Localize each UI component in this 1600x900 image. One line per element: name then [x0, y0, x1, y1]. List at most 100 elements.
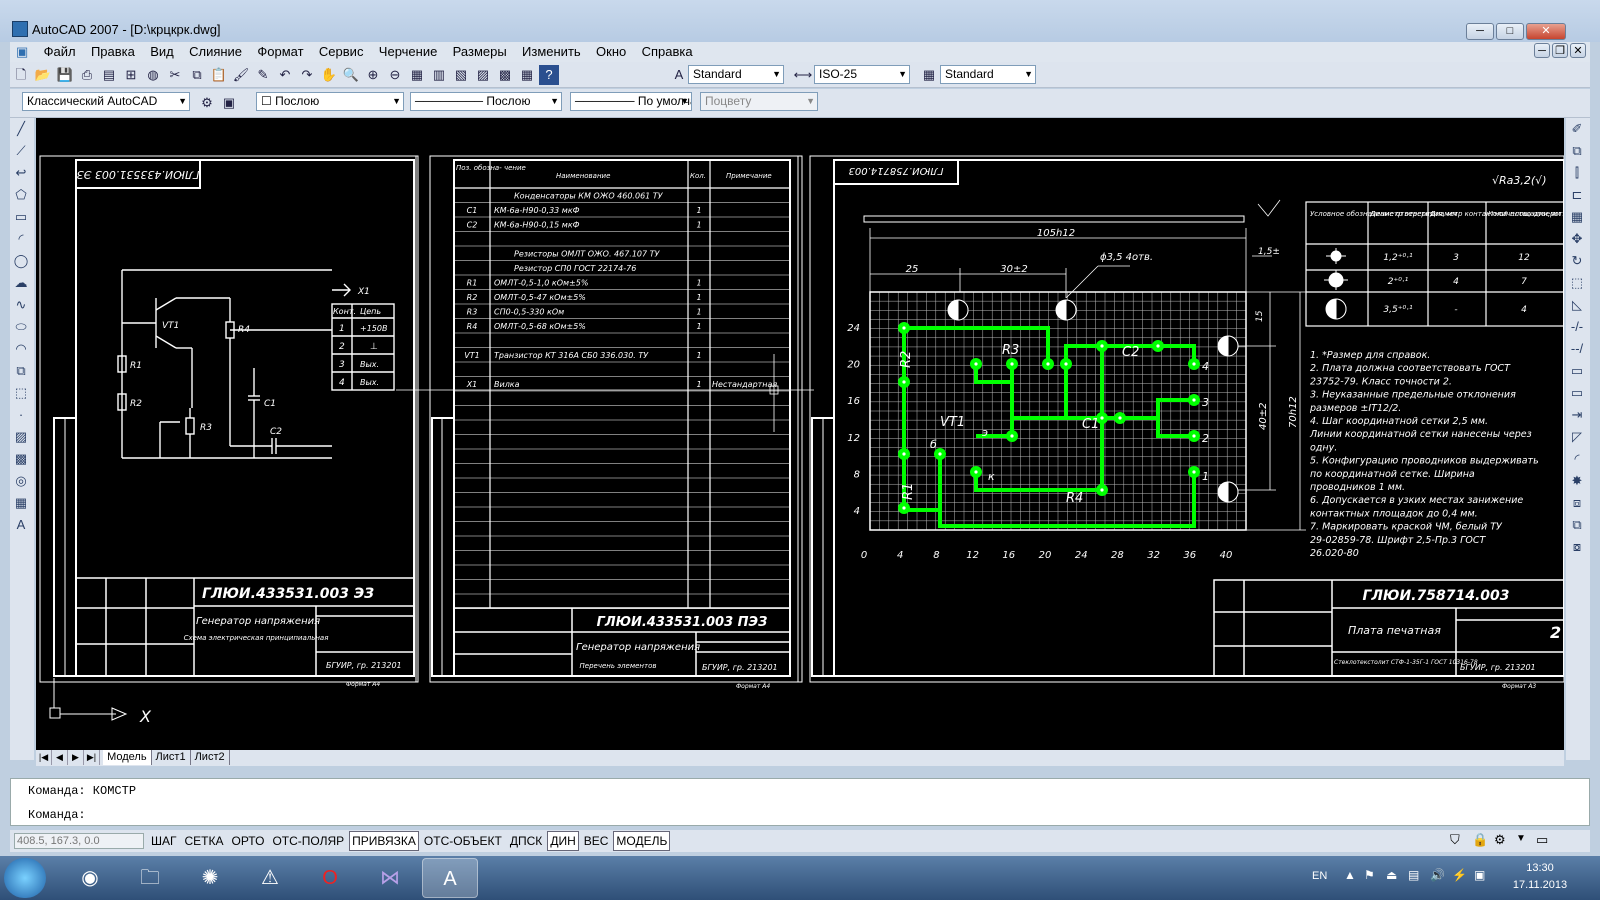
tab-layout2[interactable]: Лист2 [191, 750, 230, 765]
doc-restore-button[interactable]: ❐ [1552, 43, 1568, 58]
menu-modify[interactable]: Изменить [516, 42, 587, 61]
break-icon[interactable]: ▭ [1566, 382, 1588, 404]
document-icon[interactable]: ▣ [10, 42, 34, 62]
status-toggle-3[interactable]: ОТС-ПОЛЯР [269, 831, 347, 851]
gradient-icon[interactable]: ▩ [10, 448, 32, 470]
statusbar-menu-icon[interactable]: ▼ [1516, 833, 1526, 844]
visual-studio-taskbar-icon[interactable]: ⋈ [362, 858, 418, 898]
explode-icon[interactable]: ✸ [1566, 470, 1588, 492]
move-icon[interactable]: ✥ [1566, 228, 1588, 250]
menu-tools[interactable]: Сервис [313, 42, 370, 61]
rotate-icon[interactable]: ↻ [1566, 250, 1588, 272]
zoom-window-icon[interactable]: ⊕ [363, 65, 383, 85]
sheetset-icon[interactable]: ▨ [473, 65, 493, 85]
workspace-settings-icon[interactable]: ⚙ [197, 93, 217, 113]
revcloud-icon[interactable]: ☁ [10, 272, 32, 294]
daemon-tools-taskbar-icon[interactable]: ⚠ [242, 858, 298, 898]
matchprop-icon[interactable]: 🖌 [231, 65, 251, 85]
table-icon[interactable]: ▦ [10, 492, 32, 514]
chamfer-icon[interactable]: ◸ [1566, 426, 1588, 448]
tab-last-button[interactable]: ▶| [84, 750, 100, 765]
text-style-icon[interactable]: A [669, 65, 689, 85]
menu-format[interactable]: Формат [251, 42, 309, 61]
tab-prev-button[interactable]: ◀ [52, 750, 68, 765]
status-toggle-8[interactable]: ВЕС [581, 831, 612, 851]
workspace-select[interactable]: Классический AutoCAD ▼ [22, 92, 190, 111]
circle-icon[interactable]: ◯ [10, 250, 32, 272]
menu-draw[interactable]: Черчение [373, 42, 444, 61]
ellipse-arc-icon[interactable]: ◠ [10, 338, 32, 360]
trim-icon[interactable]: -/- [1566, 316, 1588, 338]
tray-display-icon[interactable]: ▣ [1474, 868, 1485, 882]
menu-view[interactable]: Вид [144, 42, 180, 61]
copy-icon[interactable]: ⧉ [187, 65, 207, 85]
tray-settings-icon[interactable]: ⚙ [1494, 832, 1506, 848]
autocad-app-icon[interactable] [12, 21, 28, 37]
print-icon[interactable]: ⎙ [77, 65, 97, 85]
tray-network-icon[interactable]: ▤ [1408, 868, 1419, 882]
menu-edit[interactable]: Правка [85, 42, 141, 61]
menu-file[interactable]: Файл [38, 42, 82, 61]
tab-first-button[interactable]: |◀ [36, 750, 52, 765]
properties-icon[interactable]: ▦ [407, 65, 427, 85]
fillet-icon[interactable]: ◜ [1566, 448, 1588, 470]
minimize-button[interactable]: ─ [1466, 23, 1494, 40]
point-icon[interactable]: · [10, 404, 32, 426]
menu-help[interactable]: Справка [636, 42, 699, 61]
mtext-icon[interactable]: A [10, 514, 32, 536]
cut-icon[interactable]: ✂ [165, 65, 185, 85]
paste-icon[interactable]: 📋 [209, 65, 229, 85]
break-point-icon[interactable]: ▭ [1566, 360, 1588, 382]
coordinate-readout[interactable]: 408.5, 167.3, 0.0 [14, 833, 144, 849]
tray-arrow-icon[interactable]: ▲ [1344, 868, 1356, 882]
chrome-taskbar-icon[interactable]: ◉ [62, 858, 118, 898]
autocad-taskbar-icon[interactable]: A [422, 858, 478, 898]
table-style-icon[interactable]: ▦ [919, 65, 939, 85]
linetype-select[interactable]: ──────── Послою ▼ [410, 92, 562, 111]
close-button[interactable]: ✕ [1526, 23, 1566, 40]
polyline-icon[interactable]: ↩ [10, 162, 32, 184]
line-icon[interactable]: ╱ [10, 118, 32, 140]
layer-tools-icon[interactable]: ⧇ [1566, 536, 1588, 558]
comm-center-icon[interactable]: ⛉ [1450, 832, 1460, 848]
status-toggle-5[interactable]: ОТС-ОБЪЕКТ [421, 831, 505, 851]
tray-usb-icon[interactable]: ⏏ [1386, 868, 1397, 882]
ellipse-icon[interactable]: ⬭ [10, 316, 32, 338]
menu-dimension[interactable]: Размеры [447, 42, 513, 61]
calculator-icon[interactable]: ▦ [517, 65, 537, 85]
doc-close-button[interactable]: ✕ [1570, 43, 1586, 58]
start-button[interactable] [4, 858, 46, 898]
pan-icon[interactable]: ✋ [319, 65, 339, 85]
status-toggle-6[interactable]: ДПСК [507, 831, 545, 851]
polygon-icon[interactable]: ⬠ [10, 184, 32, 206]
zoom-realtime-icon[interactable]: 🔍 [341, 65, 361, 85]
stretch-icon[interactable]: ◺ [1566, 294, 1588, 316]
insert-block-icon[interactable]: ⧉ [10, 360, 32, 382]
rectangle-icon[interactable]: ▭ [10, 206, 32, 228]
array-icon[interactable]: ▦ [1566, 206, 1588, 228]
tab-model[interactable]: Модель [103, 750, 152, 765]
lineweight-select[interactable]: ─────── По умолчан▼ [570, 92, 692, 111]
mirror-icon[interactable]: ⫿ [1566, 162, 1588, 184]
tray-volume-icon[interactable]: 🔊 [1430, 868, 1445, 882]
preview-icon[interactable]: ▤ [99, 65, 119, 85]
clean-screen-icon[interactable]: ▭ [1536, 832, 1548, 848]
status-toggle-9[interactable]: МОДЕЛЬ [613, 831, 671, 851]
undo-icon[interactable]: ↶ [275, 65, 295, 85]
language-indicator[interactable]: EN [1312, 870, 1327, 882]
join-icon[interactable]: ⇥ [1566, 404, 1588, 426]
publish-icon[interactable]: ⊞ [121, 65, 141, 85]
group-icon[interactable]: ⧉ [1566, 514, 1588, 536]
status-toggle-2[interactable]: ОРТО [229, 831, 268, 851]
offset-icon[interactable]: ⊏ [1566, 184, 1588, 206]
erase-icon[interactable]: ✐ [1566, 118, 1588, 140]
copy-object-icon[interactable]: ⧉ [1566, 140, 1588, 162]
tray-power-icon[interactable]: ⚡ [1452, 868, 1467, 882]
status-toggle-1[interactable]: СЕТКА [182, 831, 227, 851]
status-toggle-4[interactable]: ПРИВЯЗКА [349, 831, 419, 851]
web-icon[interactable]: ◍ [143, 65, 163, 85]
status-toggle-0[interactable]: ШАГ [148, 831, 180, 851]
command-window[interactable]: Команда: КОМСТР Команда: [10, 778, 1590, 826]
text-style-select[interactable]: Standard ▼ [688, 65, 784, 84]
scale-icon[interactable]: ⬚ [1566, 272, 1588, 294]
